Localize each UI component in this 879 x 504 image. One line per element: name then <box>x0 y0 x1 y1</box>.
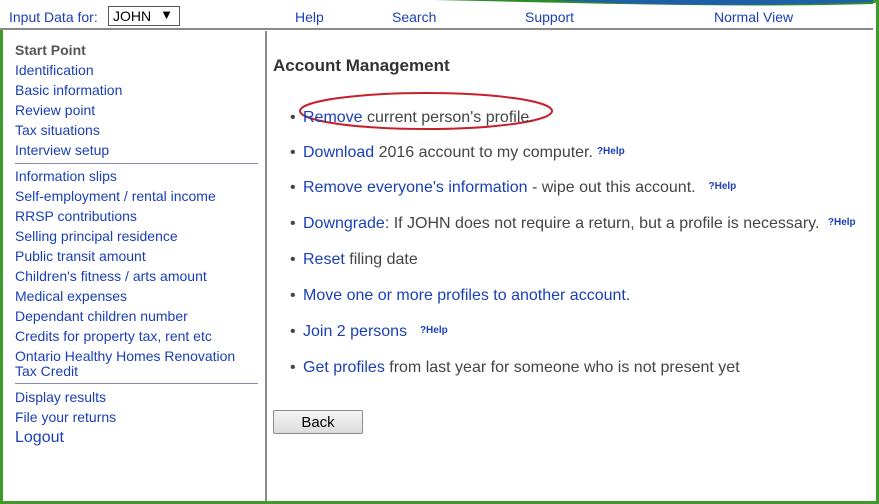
sidebar-item-basic-information[interactable]: Basic information <box>15 82 122 98</box>
action-item-download-account: • Download 2016 account to my computer.?… <box>290 144 625 161</box>
action-item-move-profiles: • Move one or more profiles to another a… <box>290 287 631 304</box>
sidebar-item-selling-principal-residence[interactable]: Selling principal residence <box>15 228 178 244</box>
action-item-get-profiles: • Get profiles from last year for someon… <box>290 359 740 376</box>
person-select-value: JOHN <box>113 8 152 24</box>
logout-link[interactable]: Logout <box>15 429 64 447</box>
downgrade-link[interactable]: Downgrade <box>303 215 385 232</box>
sidebar-item-self-employment[interactable]: Self-employment / rental income <box>15 188 216 204</box>
download-account-link[interactable]: Download <box>303 144 374 161</box>
action-item-join-persons: • Join 2 persons ?Help <box>290 323 448 340</box>
help-link-download[interactable]: ?Help <box>597 146 625 157</box>
sidebar-item-ontario-healthy-homes[interactable]: Ontario Healthy Homes Renovation Tax Cre… <box>15 349 260 379</box>
item-description: - wipe out this account. <box>527 179 696 196</box>
back-button[interactable]: Back <box>273 410 363 434</box>
sidebar-item-identification[interactable]: Identification <box>15 62 94 78</box>
header-swoosh-decoration <box>433 0 873 6</box>
sidebar-item-childrens-fitness[interactable]: Children's fitness / arts amount <box>15 268 207 284</box>
main-content: Account Management • Remove current pers… <box>269 31 876 501</box>
sidebar-item-information-slips[interactable]: Information slips <box>15 168 117 184</box>
sidebar-item-public-transit[interactable]: Public transit amount <box>15 248 146 264</box>
sidebar-item-file-returns[interactable]: File your returns <box>15 409 116 425</box>
item-description: from last year for someone who is not pr… <box>384 359 740 376</box>
help-link-remove-everyone[interactable]: ?Help <box>708 181 736 192</box>
move-profiles-link[interactable]: Move one or more profiles to another acc… <box>303 287 630 304</box>
action-item-remove-everyone: • Remove everyone's information - wipe o… <box>290 179 737 196</box>
reset-filing-date-link[interactable]: Reset <box>303 251 345 268</box>
sidebar-divider <box>15 163 258 164</box>
help-link[interactable]: Help <box>295 9 324 25</box>
search-link[interactable]: Search <box>392 9 436 25</box>
sidebar-item-medical-expenses[interactable]: Medical expenses <box>15 288 127 304</box>
sidebar-item-tax-situations[interactable]: Tax situations <box>15 122 100 138</box>
action-item-reset-filing-date: • Reset filing date <box>290 251 418 268</box>
item-description: 2016 account to my computer. <box>374 144 593 161</box>
item-description: current person's profile. <box>362 109 534 126</box>
support-link[interactable]: Support <box>525 9 574 25</box>
item-description: : If JOHN does not require a return, but… <box>384 215 820 232</box>
sidebar-item-property-tax-credits[interactable]: Credits for property tax, rent etc <box>15 328 212 344</box>
sidebar-item-rrsp-contributions[interactable]: RRSP contributions <box>15 208 137 224</box>
input-data-label: Input Data for: <box>9 9 98 25</box>
person-select[interactable]: JOHN ▼ <box>108 6 180 26</box>
sidebar-item-interview-setup[interactable]: Interview setup <box>15 142 109 158</box>
dropdown-arrow-icon: ▼ <box>160 7 173 22</box>
normal-view-link[interactable]: Normal View <box>714 9 793 25</box>
sidebar-divider <box>15 383 258 384</box>
sidebar-item-dependant-children[interactable]: Dependant children number <box>15 308 188 324</box>
top-bar: Input Data for: JOHN ▼ Help Search Suppo… <box>0 0 873 30</box>
page-title: Account Management <box>273 56 450 75</box>
join-persons-link[interactable]: Join 2 persons <box>303 323 407 340</box>
help-link-join[interactable]: ?Help <box>420 325 448 336</box>
get-profiles-link[interactable]: Get profiles <box>303 359 385 376</box>
action-item-downgrade: • Downgrade: If JOHN does not require a … <box>290 215 856 232</box>
action-item-remove-profile: • Remove current person's profile. <box>290 109 534 126</box>
help-link-downgrade[interactable]: ?Help <box>828 217 856 228</box>
remove-profile-link[interactable]: Remove <box>303 109 363 126</box>
sidebar: Start Point Identification Basic informa… <box>3 31 267 501</box>
sidebar-item-display-results[interactable]: Display results <box>15 389 106 405</box>
sidebar-item-review-point[interactable]: Review point <box>15 102 95 118</box>
remove-everyone-link[interactable]: Remove everyone's information <box>303 179 528 196</box>
sidebar-start-point[interactable]: Start Point <box>15 42 86 58</box>
item-description: filing date <box>344 251 418 268</box>
